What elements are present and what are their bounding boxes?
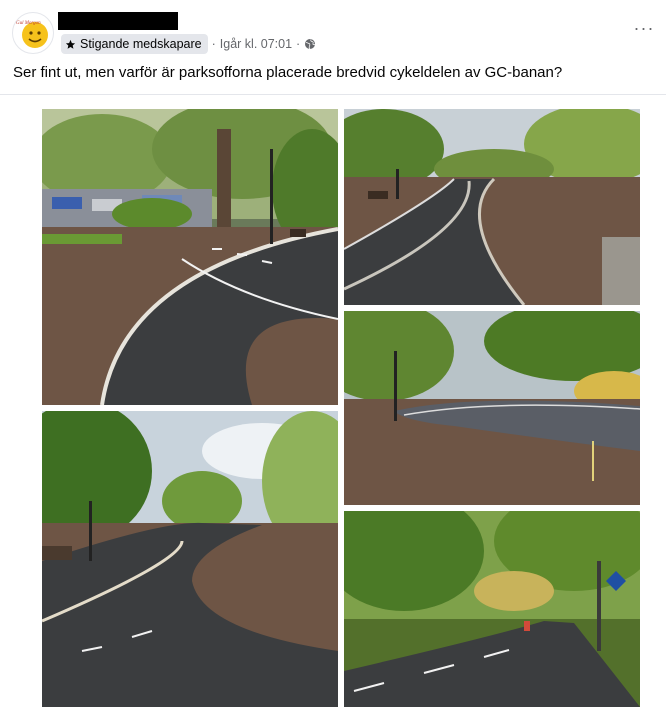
globe-icon xyxy=(305,39,316,50)
photo-1[interactable] xyxy=(42,109,338,405)
photo-collage xyxy=(0,95,666,716)
avatar[interactable]: Gul Morgon xyxy=(12,12,54,54)
badge-label: Stigande medskapare xyxy=(80,37,202,51)
separator-2: · xyxy=(296,37,301,51)
photo-3[interactable] xyxy=(344,311,640,505)
post-caption: Ser fint ut, men varför är parksofforna … xyxy=(13,64,563,81)
post-card: Gul Morgon Stigande medskapare · Igår kl… xyxy=(0,0,666,716)
post-meta: Stigande medskapare · Igår kl. 07:01 · xyxy=(61,34,316,54)
star-icon xyxy=(65,39,76,49)
photo-2[interactable] xyxy=(344,109,640,305)
more-options-button[interactable]: ··· xyxy=(632,18,656,42)
separator: · xyxy=(211,37,216,51)
rising-creator-badge[interactable]: Stigande medskapare xyxy=(61,34,208,54)
smiley-icon: Gul Morgon xyxy=(16,21,48,48)
photo-4[interactable] xyxy=(42,411,338,707)
avatar-text: Gul Morgon xyxy=(16,21,41,26)
photo-5[interactable] xyxy=(344,511,640,707)
timestamp[interactable]: Igår kl. 07:01 xyxy=(220,37,292,51)
post-header: Gul Morgon Stigande medskapare · Igår kl… xyxy=(0,0,666,58)
author-name-redacted[interactable] xyxy=(58,12,178,30)
